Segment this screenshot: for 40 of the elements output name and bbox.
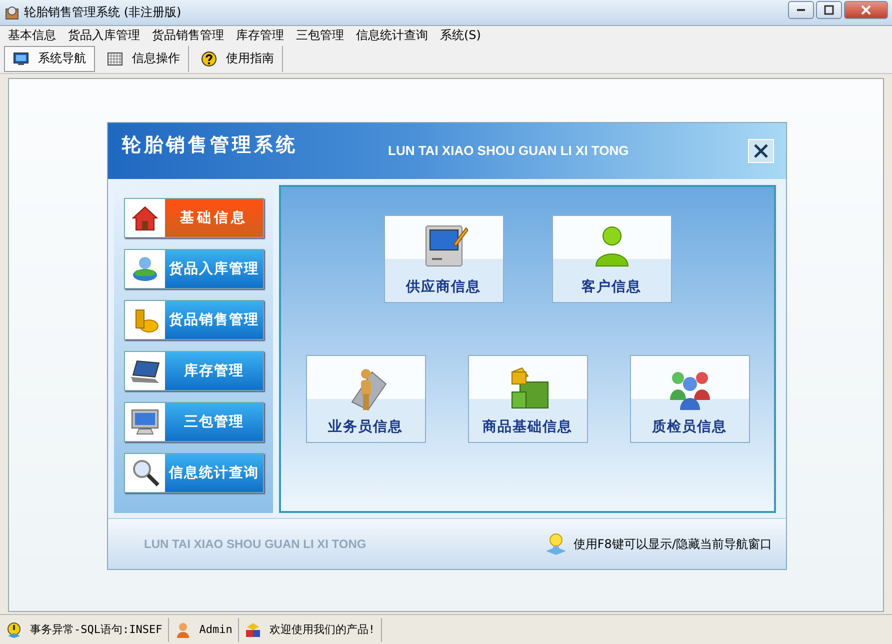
warning-icon — [6, 622, 22, 638]
user-icon — [175, 622, 192, 638]
toolbar-button[interactable]: 系统导航 — [4, 46, 95, 72]
tile-button[interactable]: 客户信息 — [552, 215, 672, 303]
menu-item[interactable]: 基本信息 — [3, 27, 63, 43]
window-title: 轮胎销售管理系统 (非注册版) — [24, 4, 182, 21]
close-button[interactable] — [844, 1, 888, 19]
menu-item[interactable]: 库存管理 — [231, 27, 291, 43]
maximize-button[interactable] — [816, 1, 842, 19]
grid-icon — [107, 52, 123, 66]
shapes-icon — [245, 622, 262, 638]
lightbulb-icon — [545, 532, 568, 556]
menu-item[interactable]: 货品销售管理 — [147, 27, 231, 43]
close-icon — [754, 144, 768, 158]
minimize-button[interactable] — [788, 1, 814, 19]
monitor-icon — [13, 52, 29, 66]
close-icon — [861, 5, 871, 15]
status-text: Admin — [199, 623, 232, 636]
tile-button[interactable]: 质检员信息 — [630, 355, 750, 443]
menu-item[interactable]: 货品入库管理 — [63, 27, 147, 43]
menu-item[interactable]: 三包管理 — [291, 27, 351, 43]
app-icon — [4, 4, 20, 20]
toolbar-button[interactable]: 使用指南 — [193, 46, 283, 72]
panel-close-button[interactable] — [748, 139, 774, 163]
status-text: 事务异常-SQL语句:INSEF — [30, 622, 162, 637]
menu-item[interactable]: 信息统计查询 — [351, 27, 435, 43]
minimize-icon — [797, 9, 805, 11]
help-icon — [201, 50, 217, 66]
menu-item[interactable]: 系统(S) — [435, 27, 488, 43]
tile-button[interactable]: 供应商信息 — [384, 215, 504, 303]
status-text: 欢迎使用我们的产品! — [269, 622, 375, 637]
tile-button[interactable]: 业务员信息 — [306, 355, 426, 443]
panel-title: 轮胎销售管理系统 — [122, 133, 298, 158]
toolbar-button[interactable]: 信息操作 — [99, 46, 189, 72]
footer-text: LUN TAI XIAO SHOU GUAN LI XI TONG — [144, 537, 366, 551]
hint-text: 使用F8键可以显示/隐藏当前导航窗口 — [573, 536, 772, 552]
maximize-icon — [824, 5, 834, 15]
panel-subtitle: LUN TAI XIAO SHOU GUAN LI XI TONG — [388, 142, 629, 158]
sidebar-button[interactable]: 基础信息 — [124, 198, 264, 238]
tile-button[interactable]: 商品基础信息 — [468, 355, 588, 443]
